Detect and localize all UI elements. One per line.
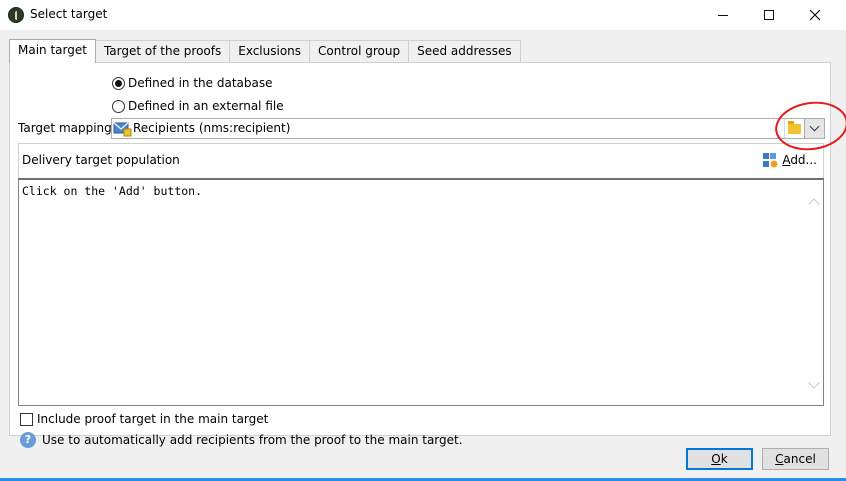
tab-exclusions[interactable]: Exclusions (230, 40, 311, 62)
radio-defined-in-database[interactable]: Defined in the database (112, 76, 273, 90)
recipient-mapping-icon (113, 122, 132, 137)
add-filter-icon (763, 153, 778, 168)
population-list[interactable]: Click on the 'Add' button. (18, 178, 824, 406)
add-button[interactable]: Add... (762, 150, 817, 170)
radio-button-unselected[interactable] (112, 99, 125, 113)
scroll-down-icon[interactable] (808, 377, 820, 389)
mapping-dropdown-button[interactable] (804, 119, 824, 138)
ok-button[interactable]: Ok (686, 448, 753, 470)
title-bar: Select target (0, 0, 846, 30)
include-proof-label: Include proof target in the main target (37, 412, 269, 426)
target-mapping-label: Target mapping: (18, 121, 116, 135)
close-button[interactable] (792, 0, 838, 30)
window-title: Select target (30, 7, 108, 21)
tab-main-target[interactable]: Main target (9, 39, 96, 63)
tab-control-group[interactable]: Control group (310, 40, 410, 62)
minimize-button[interactable] (700, 0, 746, 30)
cancel-button[interactable]: Cancel (762, 448, 829, 470)
add-button-label: Add... (782, 153, 817, 167)
chevron-down-icon (809, 121, 820, 132)
main-target-panel: Defined in the database Defined in an ex… (9, 62, 831, 448)
population-title: Delivery target population (22, 153, 180, 167)
scroll-up-icon[interactable] (808, 198, 820, 210)
radio-label-database: Defined in the database (128, 76, 273, 90)
vertical-scrollbar[interactable] (806, 180, 823, 405)
info-icon: ? (20, 432, 36, 448)
empty-list-hint: Click on the 'Add' button. (22, 184, 203, 198)
target-mapping-value: Recipients (nms:recipient) (133, 121, 291, 135)
include-proof-option[interactable]: Include proof target in the main target (20, 412, 268, 426)
radio-defined-in-external-file[interactable]: Defined in an external file (112, 99, 284, 113)
close-icon (809, 9, 821, 21)
proof-info: ? Use to automatically add recipients fr… (20, 432, 463, 448)
ok-button-label: Ok (711, 452, 728, 466)
population-header: Delivery target population Add... (18, 143, 824, 179)
maximize-icon (764, 10, 774, 20)
maximize-button[interactable] (746, 0, 792, 30)
cancel-button-label: Cancel (775, 452, 816, 466)
tab-seed-addresses[interactable]: Seed addresses (409, 40, 521, 62)
radio-button-selected[interactable] (112, 76, 125, 90)
proof-info-text: Use to automatically add recipients from… (42, 433, 463, 447)
tab-strip: Main target Target of the proofs Exclusi… (9, 39, 521, 63)
include-proof-checkbox[interactable] (20, 412, 33, 426)
target-mapping-field[interactable]: Recipients (nms:recipient) (111, 118, 825, 139)
tab-target-of-proofs[interactable]: Target of the proofs (95, 40, 231, 62)
dialog-body: Main target Target of the proofs Exclusi… (0, 30, 846, 481)
app-logo-icon (8, 7, 24, 23)
browse-mapping-button[interactable] (784, 119, 804, 138)
minimize-icon (718, 14, 728, 16)
folder-icon (788, 120, 801, 134)
radio-label-external: Defined in an external file (128, 99, 284, 113)
